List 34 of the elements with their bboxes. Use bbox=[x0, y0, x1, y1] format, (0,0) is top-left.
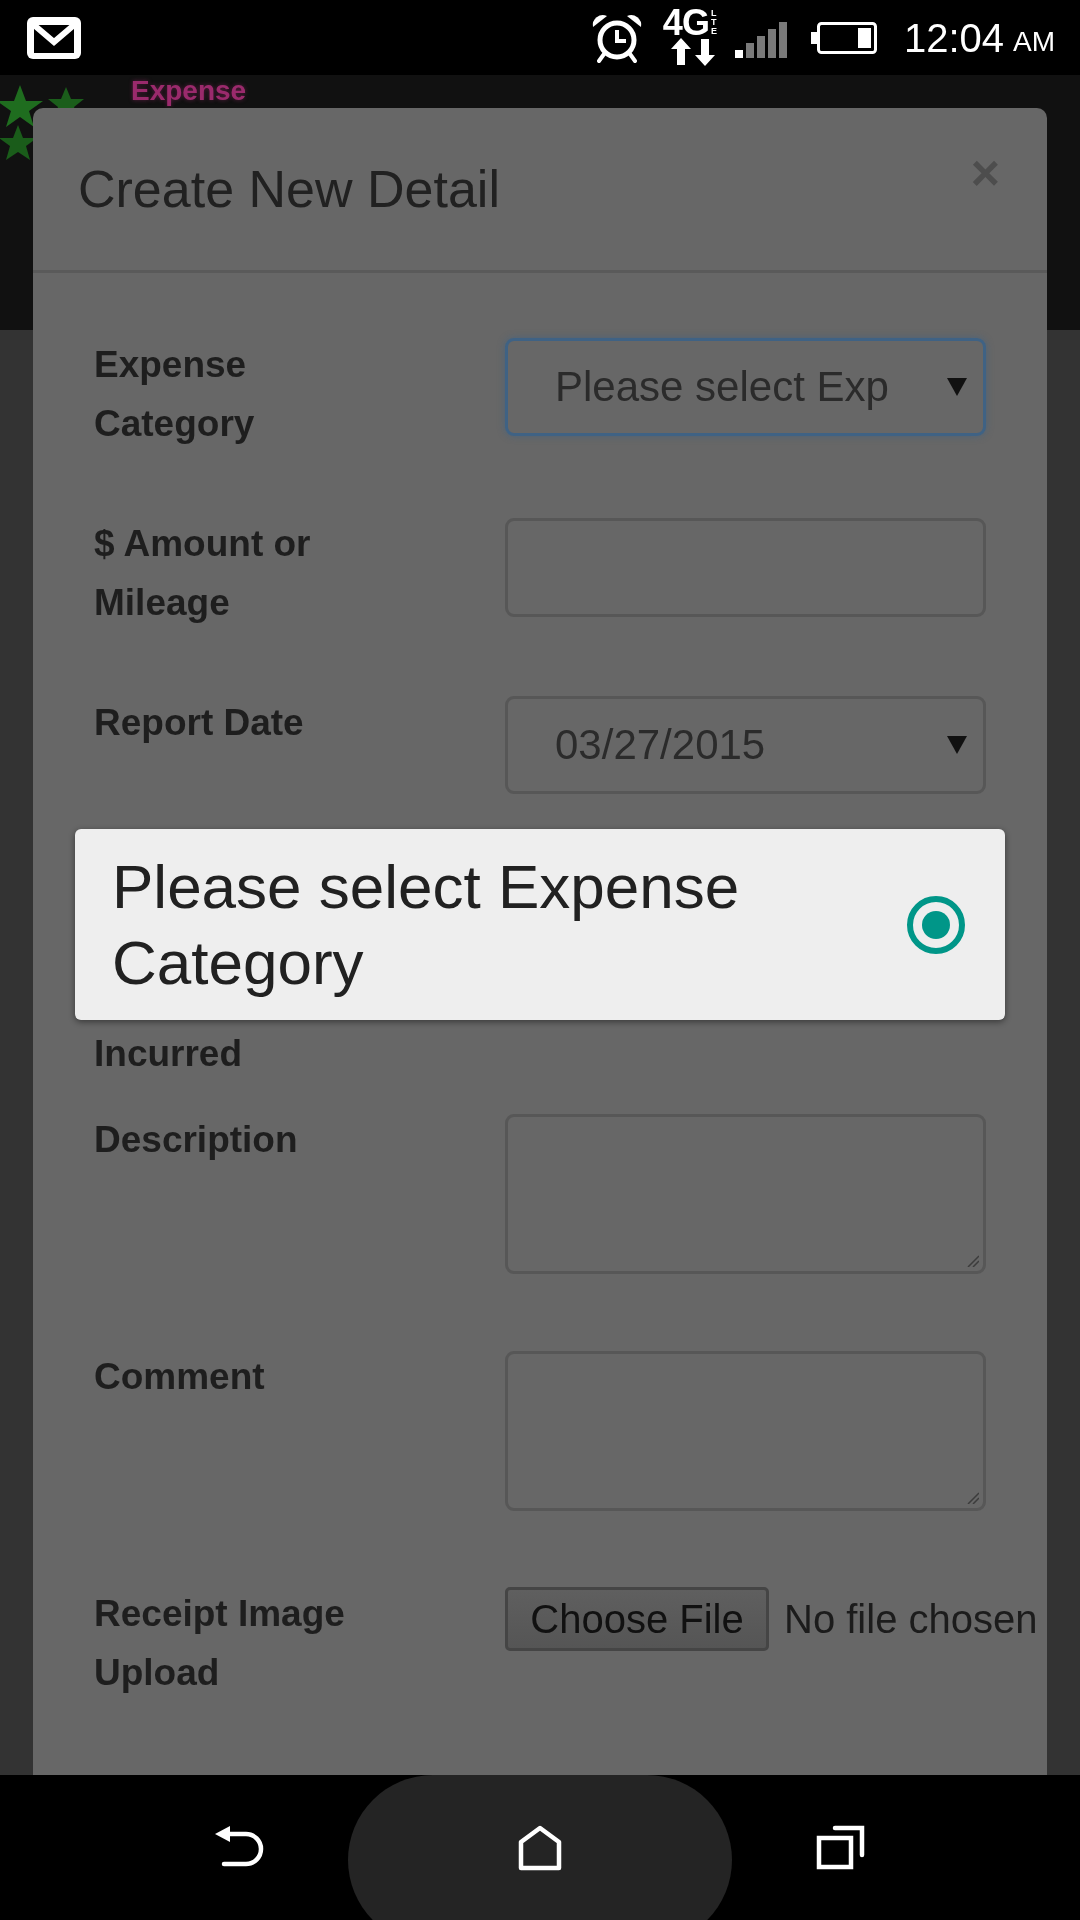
recent-apps-icon[interactable] bbox=[815, 1824, 867, 1870]
textarea-field[interactable] bbox=[505, 1114, 986, 1274]
signal-icon bbox=[734, 21, 789, 58]
select-field[interactable]: 03/27/2015 bbox=[505, 696, 986, 794]
field-label: Report Date bbox=[94, 701, 304, 745]
lte-text: LTE bbox=[710, 9, 718, 36]
page-title: Expense bbox=[131, 77, 247, 105]
alarm-clock-icon bbox=[590, 12, 643, 63]
field-label: Comment bbox=[94, 1355, 265, 1399]
mail-icon bbox=[27, 16, 81, 59]
field-label: Description bbox=[94, 1118, 298, 1162]
clock-period: AM bbox=[1013, 27, 1055, 56]
resize-grip-icon[interactable] bbox=[967, 1255, 979, 1267]
choose-file-button[interactable]: Choose File bbox=[505, 1587, 769, 1651]
caret-icon bbox=[947, 378, 967, 396]
battery-icon bbox=[810, 21, 877, 54]
data-arrows-icon bbox=[670, 38, 717, 66]
back-icon[interactable] bbox=[213, 1825, 265, 1869]
close-button[interactable]: × bbox=[970, 148, 1000, 198]
resize-grip-icon[interactable] bbox=[967, 1492, 979, 1504]
network-type-text: 4G bbox=[662, 9, 709, 37]
field-label: Expense Category bbox=[94, 343, 256, 446]
clock-time: 12:04 bbox=[903, 17, 1004, 58]
field-label: Receipt Image Upload bbox=[94, 1592, 346, 1695]
select-field[interactable]: Please select Exp bbox=[505, 338, 986, 436]
caret-icon bbox=[947, 736, 967, 754]
textarea-field[interactable] bbox=[505, 1351, 986, 1511]
modal-title: Create New Detail bbox=[78, 163, 500, 215]
field-label: $ Amount or Mileage bbox=[94, 522, 312, 625]
field-label: Incurred bbox=[94, 1032, 243, 1076]
radio-icon[interactable] bbox=[906, 894, 966, 955]
home-icon bbox=[518, 1825, 562, 1871]
dropdown-option[interactable]: Please select Expense Category bbox=[75, 848, 1005, 1001]
file-status-text: No file chosen bbox=[784, 1599, 1038, 1639]
